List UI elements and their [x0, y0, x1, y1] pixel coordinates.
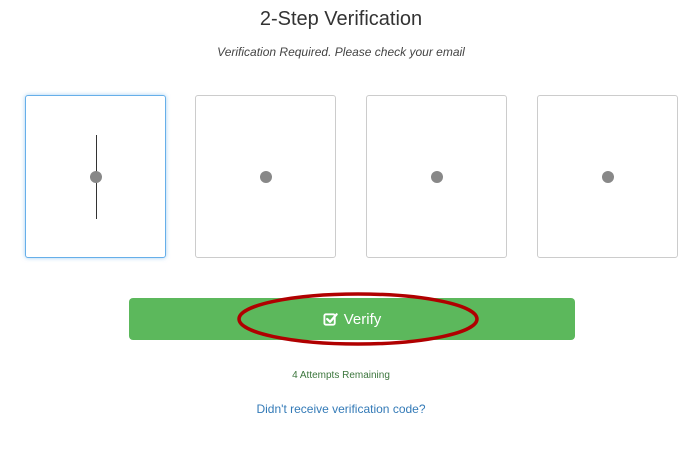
masked-dot-icon [431, 171, 443, 183]
verify-button-label: Verify [343, 310, 382, 328]
page-title: 2-Step Verification [259, 8, 423, 30]
page-subtitle: Verification Required. Please check your… [217, 45, 465, 59]
resend-code-link[interactable]: Didn't receive verification code? [0, 402, 682, 416]
verification-page: 2-Step Verification Verification Require… [0, 0, 682, 449]
verify-button[interactable]: Verify [129, 298, 575, 340]
code-input-3[interactable] [366, 95, 507, 258]
masked-dot-icon [90, 171, 102, 183]
code-input-4[interactable] [537, 95, 678, 258]
masked-dot-icon [260, 171, 272, 183]
code-input-2[interactable] [195, 95, 336, 258]
masked-dot-icon [602, 171, 614, 183]
check-square-icon [323, 312, 338, 327]
attempts-remaining-text: 4 Attempts Remaining [292, 370, 390, 381]
code-input-1[interactable] [25, 95, 166, 258]
